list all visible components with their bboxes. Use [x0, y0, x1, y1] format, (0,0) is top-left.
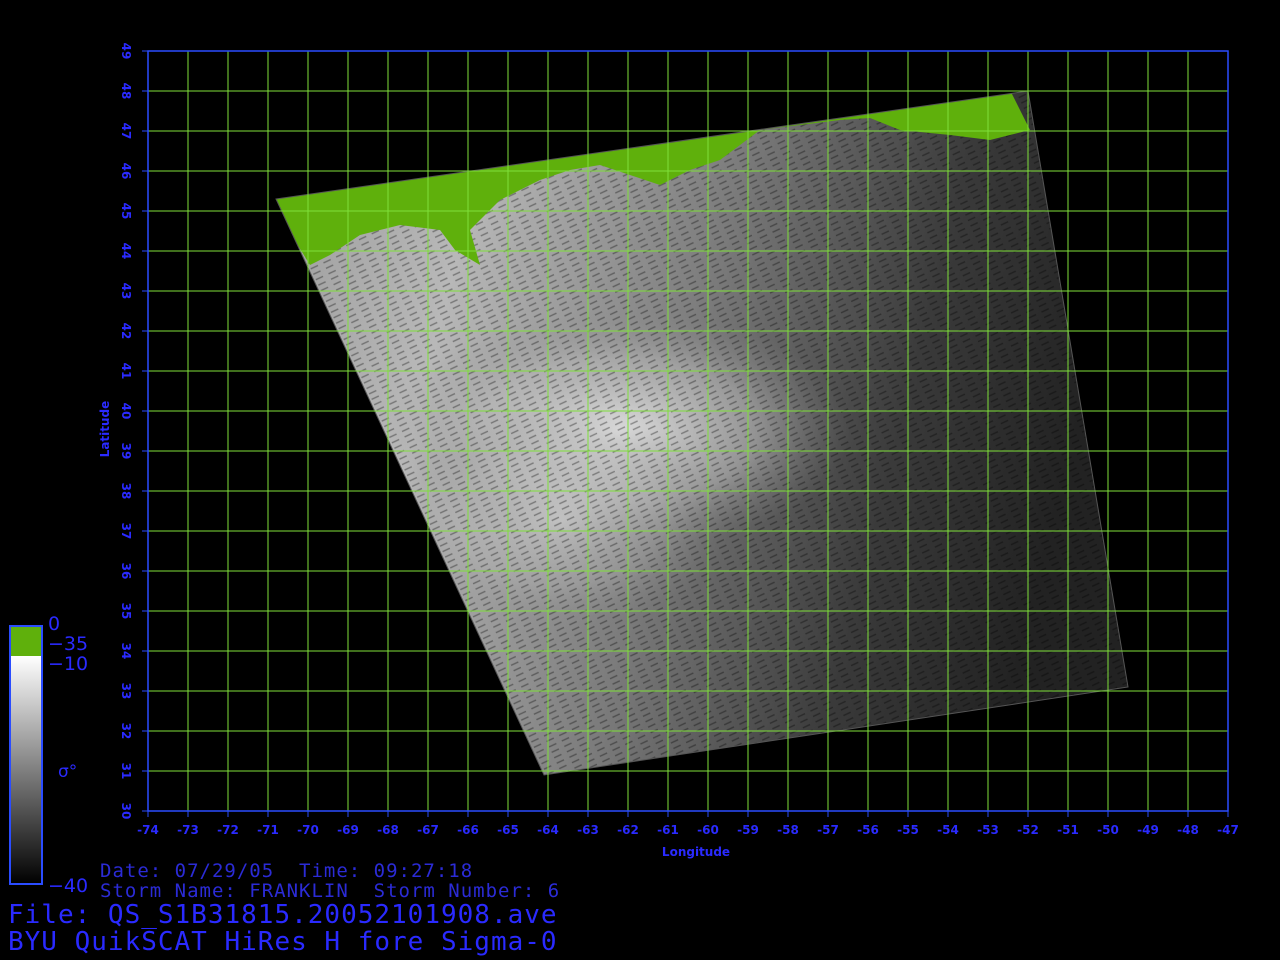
lon-tick-label: -47: [1217, 823, 1239, 837]
lon-tick-label: -53: [977, 823, 999, 837]
lat-tick-label: 37: [119, 523, 133, 540]
lat-tick-label: 43: [119, 283, 133, 300]
date-time-line: Date: 07/29/05 Time: 09:27:18: [100, 860, 474, 882]
product-line: BYU QuikSCAT HiRes H fore Sigma-0: [8, 927, 558, 957]
lon-tick-label: -49: [1137, 823, 1159, 837]
lon-tick-label: -67: [417, 823, 439, 837]
y-axis-title: Latitude: [98, 401, 112, 458]
lat-tick-label: 40: [119, 403, 133, 420]
colorbar-gradient: [10, 656, 42, 884]
lon-tick-label: -62: [617, 823, 639, 837]
lat-tick-label: 31: [119, 763, 133, 780]
colorbar-land-segment: [10, 626, 42, 656]
lon-tick-label: -70: [297, 823, 319, 837]
lon-tick-label: -57: [817, 823, 839, 837]
x-axis-title: Longitude: [662, 845, 730, 859]
lon-tick-label: -59: [737, 823, 759, 837]
lon-tick-label: -69: [337, 823, 359, 837]
lat-tick-label: 46: [119, 163, 133, 180]
scatterometer-map: -74 -73 -72 -71 -70 -69 -68 -67 -66 -65 -64 -63 -62 -…: [9, 43, 1239, 885]
colorbar-label-top: 0: [48, 613, 61, 635]
lon-tick-label: -56: [857, 823, 879, 837]
lat-tick-label: 41: [119, 363, 133, 380]
lon-tick-label: -52: [1017, 823, 1039, 837]
lat-tick-label: 45: [119, 203, 133, 220]
lon-tick-label: -72: [217, 823, 239, 837]
lon-tick-label: -61: [657, 823, 679, 837]
lon-tick-label: -65: [497, 823, 519, 837]
lon-tick-label: -51: [1057, 823, 1079, 837]
lat-tick-label: 33: [119, 683, 133, 700]
lon-tick-label: -68: [377, 823, 399, 837]
lat-tick-label: 36: [119, 563, 133, 580]
lat-tick-label: 38: [119, 483, 133, 500]
lat-tick-label: 44: [119, 243, 133, 260]
lat-tick-label: 49: [119, 43, 133, 60]
lat-tick-label: 39: [119, 443, 133, 460]
lon-tick-label: -50: [1097, 823, 1119, 837]
lat-tick-label: 30: [119, 803, 133, 820]
swath-layer: [275, 90, 1129, 776]
lon-tick-label: -63: [577, 823, 599, 837]
colorbar-label-upper: −10: [48, 653, 89, 675]
lon-tick-label: -64: [537, 823, 559, 837]
colorbar-label-bottom: −40: [48, 875, 89, 897]
lat-tick-label: 47: [119, 123, 133, 140]
lon-tick-label: -54: [937, 823, 959, 837]
colorbar-symbol: σ°: [58, 762, 78, 782]
lat-tick-label: 42: [119, 323, 133, 340]
lon-tick-label: -73: [177, 823, 199, 837]
lon-tick-label: -55: [897, 823, 919, 837]
lat-tick-label: 32: [119, 723, 133, 740]
lon-tick-label: -74: [137, 823, 159, 837]
lat-tick-label: 34: [119, 643, 133, 660]
lon-tick-label: -71: [257, 823, 279, 837]
lon-tick-label: -66: [457, 823, 479, 837]
storm-info-line: Storm Name: FRANKLIN Storm Number: 6: [100, 880, 561, 902]
file-line: File: QS_S1B31815.20052101908.ave: [8, 900, 558, 930]
lon-tick-label: -60: [697, 823, 719, 837]
lon-tick-label: -48: [1177, 823, 1199, 837]
lon-tick-label: -58: [777, 823, 799, 837]
colorbar: [9, 625, 43, 885]
lat-tick-label: 35: [119, 603, 133, 620]
lat-tick-label: 48: [119, 83, 133, 100]
wind-streak-texture: [276, 91, 1128, 775]
colorbar-label-land: −35: [48, 633, 89, 655]
